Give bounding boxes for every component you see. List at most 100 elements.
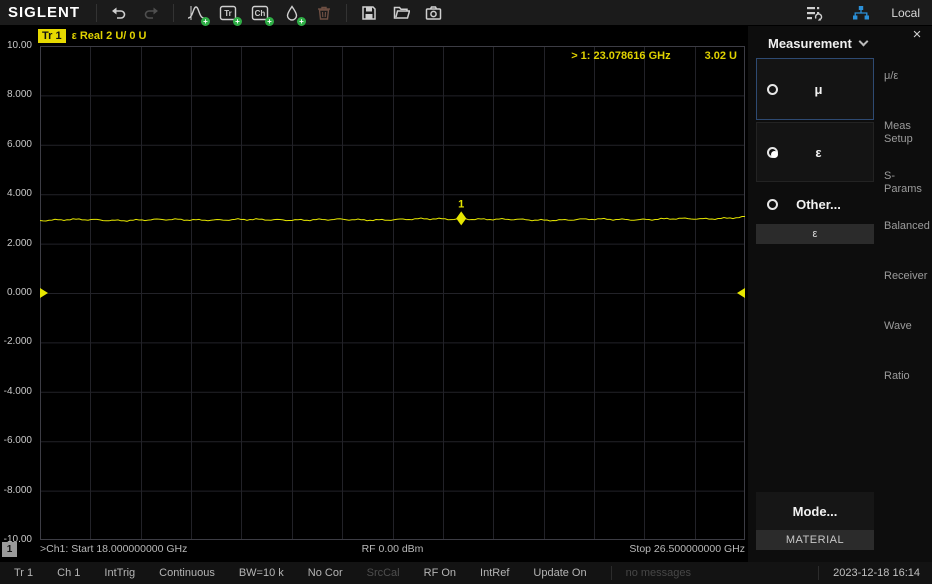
redo-icon [143, 5, 159, 21]
add-trace-button[interactable]: Tr + [215, 1, 241, 25]
radio-epsilon-icon[interactable] [767, 147, 778, 158]
floppy-save-icon [361, 5, 377, 21]
menu-item-4[interactable]: Receiver [884, 270, 930, 283]
measurement-graph: Tr 1 ε Real 2 U/ 0 U 10.00 8.000 6.000 4.00… [0, 26, 748, 562]
status-item[interactable]: No Cor [308, 567, 343, 579]
trace-header[interactable]: Tr 1 ε Real 2 U/ 0 U [38, 29, 147, 43]
ref-level-left-icon[interactable] [40, 288, 48, 298]
plot-area[interactable]: 1 > 1: 23.078616 GHz 3.02 U [40, 46, 745, 540]
option-epsilon-label: ε [778, 145, 859, 160]
task-list-button[interactable] [802, 1, 828, 25]
toolbar-divider [96, 4, 97, 22]
other-selection-value[interactable]: ε [756, 224, 874, 244]
chevron-down-icon [858, 37, 868, 47]
y-tick-label: -2.000 [0, 336, 32, 347]
menu-item-3[interactable]: Balanced [884, 220, 930, 233]
status-item[interactable]: IntRef [480, 567, 509, 579]
siglent-logo: SIGLENT [0, 4, 90, 21]
y-tick-label: 0.000 [0, 287, 32, 298]
grid-and-trace-canvas: 1 [40, 46, 745, 540]
screenshot-button[interactable] [420, 1, 446, 25]
option-other-label: Other... [778, 197, 859, 212]
y-axis-labels: 10.008.0006.0004.0002.0000.000-2.000-4.0… [0, 46, 36, 540]
list-sync-icon [806, 5, 824, 21]
network-status-button[interactable] [848, 1, 874, 25]
redo-button[interactable] [138, 1, 164, 25]
y-tick-label: 4.000 [0, 188, 32, 199]
menu-item-6[interactable]: Ratio [884, 370, 930, 383]
y-tick-label: 6.000 [0, 139, 32, 150]
network-icon [852, 5, 870, 21]
y-tick-label: -4.000 [0, 386, 32, 397]
trace-badge[interactable]: Tr 1 [38, 29, 66, 43]
menu-item-5[interactable]: Wave [884, 320, 930, 333]
status-message: no messages [611, 566, 691, 580]
toolbar-divider [173, 4, 174, 22]
status-item[interactable]: SrcCal [367, 567, 400, 579]
trace-format-label: ε Real 2 U/ 0 U [72, 30, 147, 42]
option-epsilon[interactable]: ε [756, 122, 874, 182]
folder-icon [393, 5, 410, 21]
option-other[interactable]: Other... [756, 184, 874, 224]
ref-level-right-icon[interactable] [737, 288, 745, 298]
vna-application-window: SIGLENT + Tr + Ch [0, 0, 932, 584]
radio-mu-icon[interactable] [767, 84, 778, 95]
local-mode-label: Local [891, 6, 920, 20]
status-items: Tr 1 Ch 1 IntTrig Continuous BW=10 k No Cor Sr… [0, 567, 611, 579]
status-item[interactable]: RF On [424, 567, 456, 579]
status-item[interactable]: Update On [533, 567, 586, 579]
svg-text:Tr: Tr [224, 9, 232, 18]
radio-other-icon[interactable] [767, 199, 778, 210]
mode-value-label: MATERIAL [756, 530, 874, 550]
y-tick-label: -6.000 [0, 435, 32, 446]
top-toolbar: SIGLENT + Tr + Ch [0, 0, 932, 26]
menu-item-0[interactable]: μ/ε [884, 70, 930, 83]
add-marker-button[interactable]: + [183, 1, 209, 25]
open-file-button[interactable] [388, 1, 414, 25]
plus-badge-icon: + [297, 17, 306, 26]
option-mu-label: μ [778, 82, 859, 97]
status-item[interactable]: BW=10 k [239, 567, 284, 579]
panel-title: Measurement [768, 36, 852, 51]
camera-icon [425, 5, 442, 21]
menu-item-2[interactable]: S-Params [884, 170, 930, 196]
plus-badge-icon: + [265, 17, 274, 26]
option-mu[interactable]: μ [756, 58, 874, 120]
toolbar-divider [346, 4, 347, 22]
marker-1-number-label: 1 [458, 198, 464, 210]
stop-frequency-label: Stop 26.500000000 GHz [510, 543, 745, 557]
y-tick-label: 10.00 [0, 40, 32, 51]
menu-item-1[interactable]: Meas Setup [884, 120, 930, 146]
status-datetime: 2023-12-18 16:14 [818, 566, 932, 580]
add-channel-button[interactable]: Ch + [247, 1, 273, 25]
rf-power-label: RF 0.00 dBm [275, 543, 510, 557]
panel-header[interactable]: Measurement [748, 32, 932, 54]
channel-footer: >Ch1: Start 18.000000000 GHz RF 0.00 dBm… [40, 543, 745, 557]
panel-close-button[interactable]: × [908, 26, 926, 44]
marker-1-diamond-icon[interactable] [456, 211, 466, 225]
y-tick-label: 8.000 [0, 89, 32, 100]
save-button[interactable] [356, 1, 382, 25]
status-item[interactable]: IntTrig [104, 567, 135, 579]
undo-button[interactable] [106, 1, 132, 25]
marker-amplitude-value: 3.02 U [705, 50, 737, 62]
undo-icon [111, 5, 127, 21]
delete-button[interactable] [311, 1, 337, 25]
y-tick-label: -8.000 [0, 485, 32, 496]
plus-badge-icon: + [233, 17, 242, 26]
marker-readout: > 1: 23.078616 GHz 3.02 U [571, 50, 737, 62]
trace-line [40, 217, 745, 222]
status-item[interactable]: Ch 1 [57, 567, 80, 579]
start-frequency-label: >Ch1: Start 18.000000000 GHz [40, 543, 275, 557]
sheet-tab-1[interactable]: 1 [2, 542, 17, 557]
status-item[interactable]: Tr 1 [14, 567, 33, 579]
marker-frequency-value: > 1: 23.078616 GHz [571, 50, 670, 62]
toolbar-right-group: Local [799, 1, 932, 25]
status-item[interactable]: Continuous [159, 567, 215, 579]
svg-text:Ch: Ch [255, 9, 266, 18]
add-limit-button[interactable]: + [279, 1, 305, 25]
measurement-side-panel: Measurement × μ ε Other... ε μ/ε Meas Set… [748, 26, 932, 562]
trash-icon [316, 5, 332, 21]
plus-badge-icon: + [201, 17, 210, 26]
mode-button[interactable]: Mode... [756, 492, 874, 530]
